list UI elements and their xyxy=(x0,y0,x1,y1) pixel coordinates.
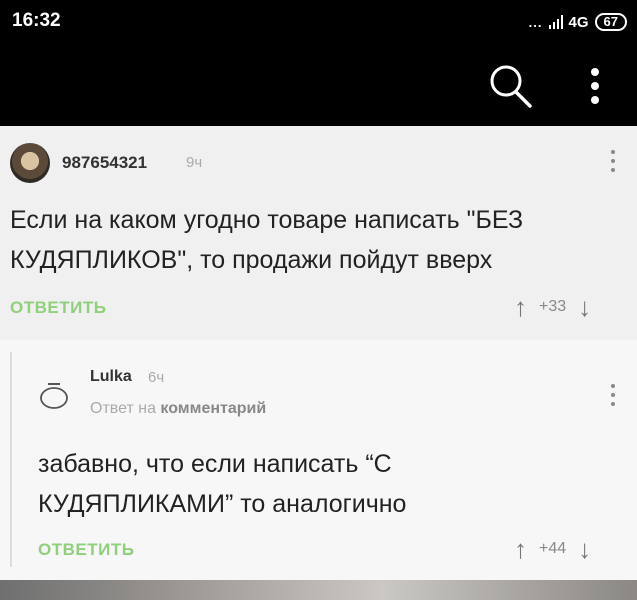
status-time: 16:32 xyxy=(12,10,61,31)
reply-to-info: Ответ на комментарий xyxy=(90,400,266,418)
comment-menu-button[interactable] xyxy=(608,150,618,180)
upvote-icon[interactable]: ↑ xyxy=(514,294,527,320)
vote-controls: ↑ +44 ↓ xyxy=(514,536,591,562)
network-type: 4G xyxy=(568,13,589,31)
reply-to-prefix: Ответ на xyxy=(90,400,156,417)
more-vert-icon xyxy=(611,384,615,388)
comment-username[interactable]: Lulka xyxy=(90,368,132,386)
more-vert-icon xyxy=(611,150,615,154)
battery-level: 67 xyxy=(603,14,618,29)
search-icon xyxy=(490,65,532,108)
battery-icon: 67 xyxy=(594,13,627,31)
app-toolbar xyxy=(0,42,637,126)
avatar[interactable] xyxy=(10,143,50,183)
comment-text: забавно, что если написать “С КУДЯПЛИКАМ… xyxy=(38,444,406,524)
status-indicators: ... 4G 67 xyxy=(529,13,627,31)
downvote-icon[interactable]: ↓ xyxy=(578,294,591,320)
rating-value: +33 xyxy=(539,298,567,315)
comment-item-reply: Lulka 6ч Ответ на комментарий забавно, ч… xyxy=(0,340,637,580)
signal-icon xyxy=(548,15,563,29)
default-avatar-icon xyxy=(40,383,68,409)
downvote-icon[interactable]: ↓ xyxy=(578,536,591,562)
rating-value: +44 xyxy=(539,540,567,557)
comment-text-line: Если на каком угодно товаре написать "БЕ… xyxy=(10,206,524,234)
search-button[interactable] xyxy=(486,62,534,110)
more-vert-icon xyxy=(591,68,599,76)
comment-text-line: КУДЯПЛИКОВ", то продажи пойдут вверх xyxy=(10,246,493,274)
comment-time: 6ч xyxy=(148,369,165,386)
more-options-button[interactable] xyxy=(580,64,610,108)
reply-button[interactable]: ОТВЕТИТЬ xyxy=(10,298,106,318)
thread-line xyxy=(10,352,12,567)
comment-item: 987654321 9ч Если на каком угодно товаре… xyxy=(0,126,637,339)
comment-text: Если на каком угодно товаре написать "БЕ… xyxy=(10,200,523,280)
comment-text-line: КУДЯПЛИКАМИ” то аналогично xyxy=(38,490,407,518)
comment-username[interactable]: 987654321 xyxy=(62,153,147,173)
comment-menu-button[interactable] xyxy=(608,384,618,414)
avatar[interactable] xyxy=(38,382,70,410)
comment-text-line: забавно, что если написать “С xyxy=(38,450,392,478)
reply-button[interactable]: ОТВЕТИТЬ xyxy=(38,540,134,560)
next-post-image-preview[interactable] xyxy=(0,580,637,600)
reply-to-target-link[interactable]: комментарий xyxy=(160,400,266,417)
upvote-icon[interactable]: ↑ xyxy=(514,536,527,562)
comment-time: 9ч xyxy=(186,154,203,171)
notification-dots: ... xyxy=(528,14,543,30)
vote-controls: ↑ +33 ↓ xyxy=(514,294,591,320)
status-bar: 16:32 ... 4G 67 xyxy=(0,0,637,42)
